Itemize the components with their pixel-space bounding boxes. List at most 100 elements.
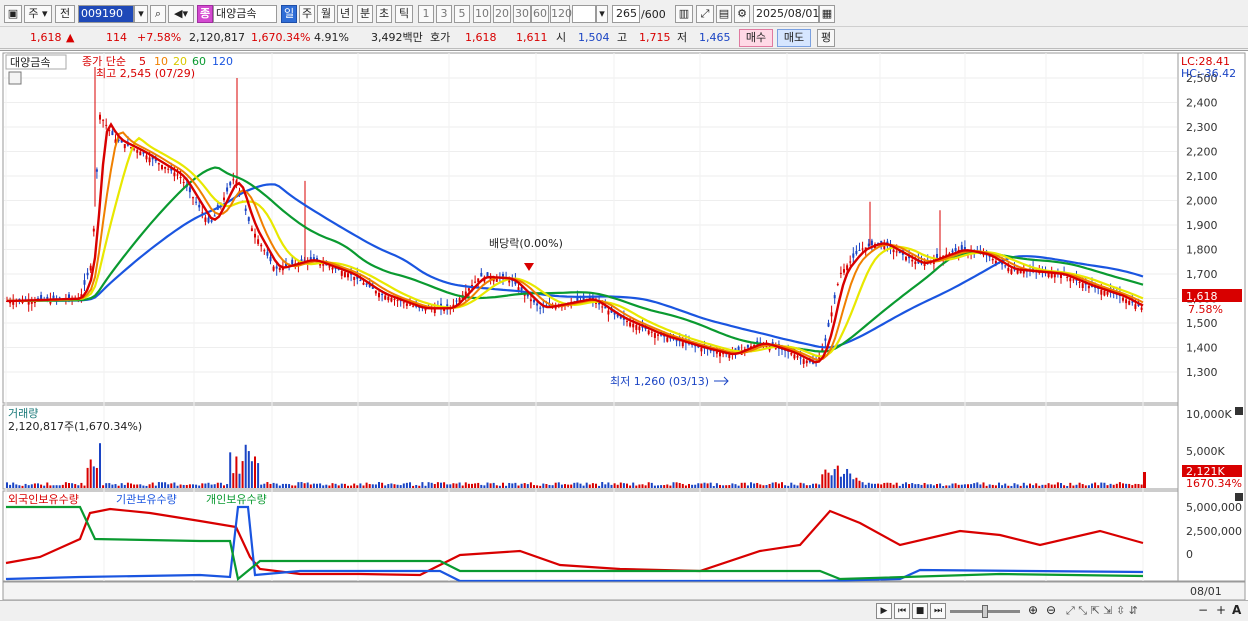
volume-bar: [61, 484, 64, 488]
volume-bar: [821, 474, 824, 488]
count-input[interactable]: 265: [612, 5, 640, 23]
code-dropdown-icon[interactable]: ▾: [134, 5, 148, 23]
volume-bar: [356, 485, 359, 488]
volume-bar: [461, 485, 464, 488]
volume-bar: [579, 483, 582, 488]
stop-icon[interactable]: ■: [912, 603, 928, 619]
scroll-right-icon[interactable]: ▶: [876, 603, 892, 619]
candle-body: [123, 144, 126, 149]
save-icon[interactable]: ▤: [716, 5, 732, 23]
volume-bar: [92, 466, 95, 488]
volume-bar: [1128, 483, 1131, 488]
candle-body: [653, 333, 656, 338]
volume-bar: [967, 484, 969, 488]
stock-name-field[interactable]: 대양금속: [213, 5, 277, 23]
interval-30[interactable]: 30: [513, 5, 531, 23]
volume-bar: [790, 482, 793, 488]
holdings-tick-label: 0: [1186, 548, 1193, 561]
volume-bar: [533, 485, 535, 488]
scroll-start-icon[interactable]: ⏮: [894, 603, 910, 619]
volume-bar: [464, 482, 467, 488]
volume-bar: [99, 443, 101, 488]
date-input[interactable]: 2025/08/01: [753, 5, 819, 23]
candle-body: [1072, 279, 1075, 281]
period-tick[interactable]: 틱: [395, 5, 413, 23]
tools-icons[interactable]: ⤢ ⤡ ⇱ ⇲ ⇳ ⇵: [1066, 604, 1138, 618]
candle-body: [657, 334, 659, 336]
candle-icon[interactable]: ▥: [675, 5, 693, 23]
volume-bar: [957, 484, 960, 488]
stock-chart[interactable]: 2,5002,4002,3002,2002,1002,0001,9001,800…: [0, 51, 1248, 601]
volume-bar: [300, 482, 303, 488]
table-toggle-icon[interactable]: [8, 71, 22, 85]
period-month[interactable]: 월: [317, 5, 335, 23]
avg-price-button[interactable]: 평: [817, 29, 835, 47]
zoom-slider-handle[interactable]: [982, 605, 988, 618]
volume-bar: [1029, 483, 1031, 488]
market-select[interactable]: 주 ▾: [24, 5, 52, 23]
volume-bar: [1050, 484, 1053, 488]
candle-body: [1128, 300, 1131, 305]
period-day[interactable]: 일: [281, 5, 297, 23]
gear-icon[interactable]: ⚙: [734, 5, 750, 23]
volume-bar: [750, 482, 752, 488]
volume-close-icon[interactable]: [1235, 407, 1243, 415]
interval-dropdown-icon[interactable]: ▾: [596, 5, 608, 23]
volume-bar: [145, 485, 148, 488]
candle-body: [455, 300, 458, 302]
volume-bar: [573, 482, 576, 488]
layout-icon[interactable]: ▣: [4, 5, 22, 23]
buy-button[interactable]: 매수: [739, 29, 773, 47]
volume-bar: [247, 451, 250, 488]
interval-10[interactable]: 10: [473, 5, 491, 23]
candle-body: [173, 172, 176, 177]
custom-interval-input[interactable]: [572, 5, 596, 23]
calendar-icon[interactable]: ▦: [819, 5, 835, 23]
candle-body: [102, 119, 105, 121]
candle-body: [635, 325, 638, 330]
zoom-out-icon[interactable]: ⊖: [1046, 603, 1056, 617]
volume-bar: [619, 482, 622, 488]
volume-pct: 1,670.34%: [251, 31, 311, 44]
interval-3[interactable]: 3: [436, 5, 452, 23]
volume-bar: [102, 485, 105, 488]
volume-bar: [148, 484, 151, 488]
candle-body: [365, 283, 368, 285]
high-price: 1,715: [639, 31, 671, 44]
holdings-close-icon[interactable]: [1235, 493, 1243, 501]
volume-bar: [1022, 482, 1025, 488]
interval-5[interactable]: 5: [454, 5, 470, 23]
volume-bar: [266, 482, 269, 488]
zoom-in-icon[interactable]: ⊕: [1028, 603, 1038, 617]
up-arrow-icon: ▲: [66, 31, 75, 44]
candle-body: [95, 169, 98, 172]
interval-120[interactable]: 120: [550, 5, 572, 23]
stock-code-input[interactable]: 009190: [78, 5, 134, 23]
chart-area[interactable]: 2,500 2,400 2,300 2,200 2,100 2,000 1,900 1,800…: [0, 50, 1248, 601]
period-year[interactable]: 년: [337, 5, 353, 23]
period-minute[interactable]: 분: [357, 5, 373, 23]
x-axis-bar: [2, 581, 1246, 601]
line-tool-icon[interactable]: ⤢: [696, 5, 714, 23]
scroll-end-icon[interactable]: ⏭: [930, 603, 946, 619]
price-tick-label: 2,200: [1186, 146, 1218, 159]
volume-bar: [483, 485, 486, 488]
period-second[interactable]: 초: [376, 5, 392, 23]
volume-bar: [985, 485, 988, 488]
interval-20[interactable]: 20: [493, 5, 511, 23]
sell-button[interactable]: 매도: [777, 29, 811, 47]
interval-60[interactable]: 60: [531, 5, 549, 23]
volume-bar: [1019, 485, 1022, 488]
period-week[interactable]: 주: [299, 5, 315, 23]
volume-bar: [309, 484, 312, 488]
plus-icon[interactable]: +: [1216, 603, 1226, 617]
speaker-icon[interactable]: ◀▾: [168, 5, 194, 23]
font-size-icon[interactable]: A: [1232, 603, 1241, 617]
candle-body: [824, 338, 827, 341]
interval-1[interactable]: 1: [418, 5, 434, 23]
prev-button[interactable]: 전: [55, 5, 75, 23]
volume-bar: [384, 485, 387, 488]
search-icon[interactable]: ⌕: [150, 5, 166, 23]
volume-bar: [666, 484, 669, 488]
minus-icon[interactable]: −: [1198, 603, 1208, 617]
